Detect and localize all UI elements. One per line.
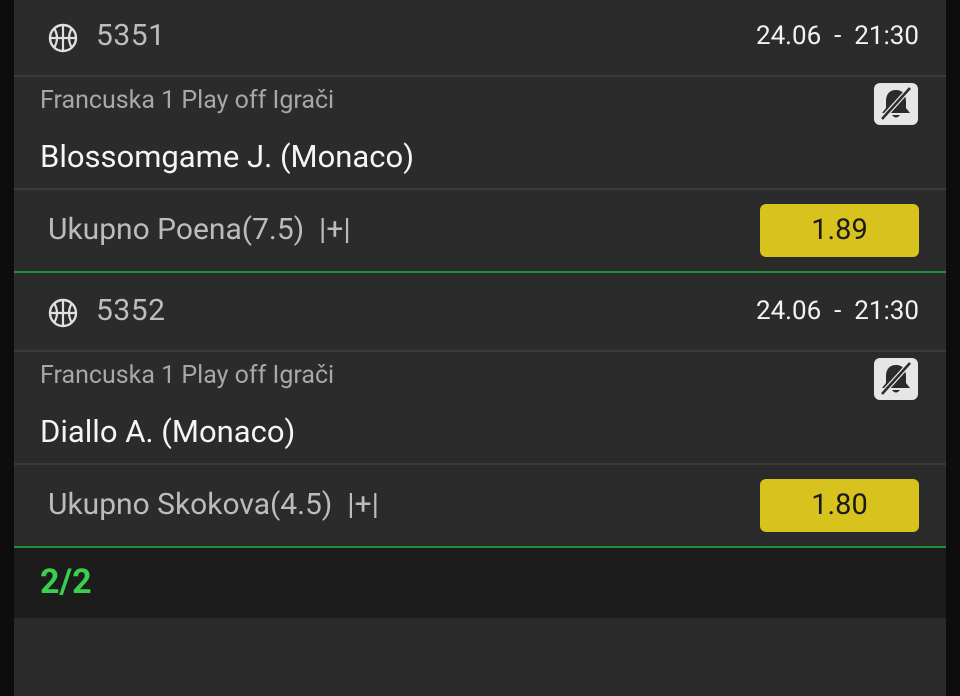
ticket-footer: 2/2 <box>14 548 946 618</box>
event-datetime: 24.06 - 21:30 <box>755 21 919 51</box>
bell-off-icon[interactable] <box>874 83 918 125</box>
league-name: Francuska 1 Play off Igrači <box>40 86 335 115</box>
event-card: 5351 24.06 - 21:30 Francuska 1 Play off … <box>14 0 946 273</box>
event-code: 5351 <box>96 18 166 53</box>
player-name: Diallo A. (Monaco) <box>40 413 296 450</box>
selection-counter: 2/2 <box>40 562 92 602</box>
league-name: Francuska 1 Play off Igrači <box>40 361 335 390</box>
page: 5351 24.06 - 21:30 Francuska 1 Play off … <box>0 0 960 696</box>
ticket-panel: 5351 24.06 - 21:30 Francuska 1 Play off … <box>14 0 946 696</box>
event-header: 5351 24.06 - 21:30 <box>14 0 946 77</box>
event-header: 5352 24.06 - 21:30 <box>14 275 946 352</box>
card-separator <box>14 271 946 273</box>
basketball-icon <box>48 298 78 328</box>
player-name: Blossomgame J. (Monaco) <box>40 138 414 175</box>
event-code: 5352 <box>96 293 166 328</box>
market-label: Ukupno Poena(7.5) |+| <box>48 212 351 247</box>
event-datetime: 24.06 - 21:30 <box>755 296 919 326</box>
odds-button[interactable]: 1.89 <box>760 204 919 257</box>
divider <box>14 463 946 465</box>
event-card: 5352 24.06 - 21:30 Francuska 1 Play off … <box>14 275 946 548</box>
market-label: Ukupno Skokova(4.5) |+| <box>48 487 379 522</box>
divider <box>14 188 946 190</box>
bell-off-icon[interactable] <box>874 358 918 400</box>
odds-button[interactable]: 1.80 <box>760 479 919 532</box>
basketball-icon <box>48 23 78 53</box>
